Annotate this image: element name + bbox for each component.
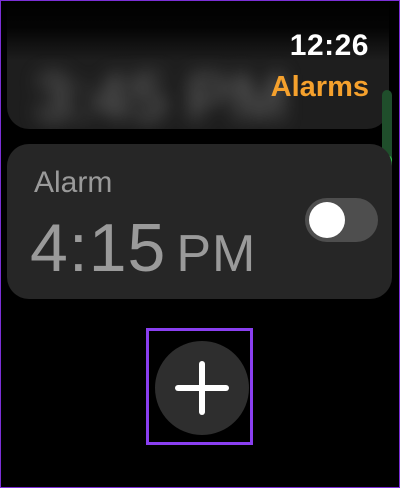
alarm-time-previous: 3:45 PM [35,60,288,129]
alarm-time-value: 4:15 [30,210,167,286]
alarm-label: Alarm [34,166,113,199]
plus-icon [175,361,229,415]
alarm-time-ampm: PM [176,225,257,283]
watch-screen: 3:45 PM 12:26 Alarms Alarm 4:15 PM [0,0,400,488]
toggle-knob [309,202,345,238]
add-alarm-button[interactable] [155,341,249,435]
alarm-card[interactable]: Alarm 4:15 PM [7,144,392,299]
alarm-time: 4:15 PM [30,214,256,282]
alarm-toggle[interactable] [305,198,378,242]
page-title: Alarms [270,71,369,103]
status-clock: 12:26 [289,29,369,62]
alarm-card-previous[interactable]: 3:45 PM [7,1,389,129]
